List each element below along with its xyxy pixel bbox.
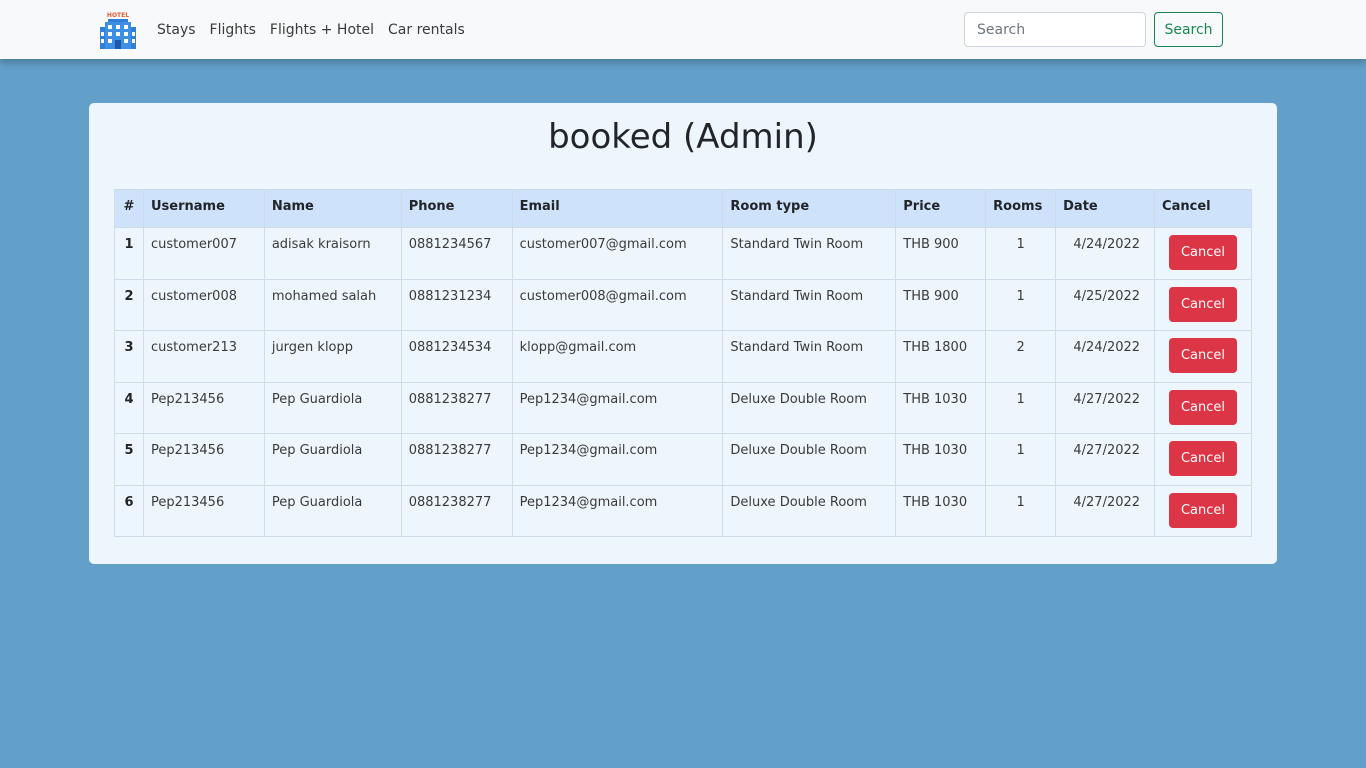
- table-body: 1 customer007 adisak kraisorn 0881234567…: [114, 227, 1252, 537]
- cell-date: 4/24/2022: [1055, 330, 1156, 383]
- logo-text: HOTEL: [107, 12, 129, 19]
- cell-cancel: Cancel: [1154, 330, 1252, 383]
- cell-rooms: 1: [985, 381, 1057, 434]
- bookings-table: # Username Name Phone Email Room type Pr…: [114, 189, 1252, 537]
- cell-name: Pep Guardiola: [263, 381, 402, 434]
- cell-date: 4/27/2022: [1055, 484, 1156, 537]
- nav-link-flights[interactable]: Flights: [210, 22, 256, 38]
- cell-email: klopp@gmail.com: [511, 330, 724, 383]
- col-header-email: Email: [511, 189, 724, 228]
- cell-price: THB 1030: [895, 381, 987, 434]
- cell-email: customer007@gmail.com: [511, 227, 724, 280]
- cell-room-type: Standard Twin Room: [722, 278, 897, 331]
- table-row: 4 Pep213456 Pep Guardiola 0881238277 Pep…: [114, 381, 1252, 434]
- nav-link-stays[interactable]: Stays: [157, 22, 196, 38]
- cell-username: customer007: [142, 227, 265, 280]
- cell-index: 2: [114, 278, 144, 331]
- cell-room-type: Standard Twin Room: [722, 227, 897, 280]
- cell-phone: 0881238277: [400, 484, 513, 537]
- cancel-booking-button[interactable]: Cancel: [1169, 235, 1238, 270]
- table-row: 5 Pep213456 Pep Guardiola 0881238277 Pep…: [114, 433, 1252, 486]
- table-row: 6 Pep213456 Pep Guardiola 0881238277 Pep…: [114, 484, 1252, 537]
- col-header-date: Date: [1055, 189, 1156, 228]
- col-header-cancel: Cancel: [1154, 189, 1252, 228]
- nav-link-car-rentals[interactable]: Car rentals: [388, 22, 465, 38]
- col-header-index: #: [114, 189, 144, 228]
- header-row: # Username Name Phone Email Room type Pr…: [114, 189, 1252, 228]
- cell-name: mohamed salah: [263, 278, 402, 331]
- search-button[interactable]: Search: [1154, 12, 1223, 47]
- hotel-logo-icon[interactable]: HOTEL: [99, 11, 137, 49]
- table-row: 1 customer007 adisak kraisorn 0881234567…: [114, 227, 1252, 280]
- cell-phone: 0881231234: [400, 278, 513, 331]
- cancel-booking-button[interactable]: Cancel: [1169, 338, 1238, 373]
- cell-phone: 0881234567: [400, 227, 513, 280]
- cell-index: 4: [114, 381, 144, 434]
- cell-phone: 0881234534: [400, 330, 513, 383]
- cell-cancel: Cancel: [1154, 381, 1252, 434]
- nav-link-flights-hotel[interactable]: Flights + Hotel: [270, 22, 374, 38]
- cancel-booking-button[interactable]: Cancel: [1169, 441, 1238, 476]
- cell-room-type: Deluxe Double Room: [722, 381, 897, 434]
- table-row: 2 customer008 mohamed salah 0881231234 c…: [114, 278, 1252, 331]
- cell-price: THB 900: [895, 278, 987, 331]
- bookings-card: booked (Admin) # Username Name Phone Ema…: [89, 103, 1277, 564]
- cell-rooms: 1: [985, 433, 1057, 486]
- cell-cancel: Cancel: [1154, 278, 1252, 331]
- cell-rooms: 1: [985, 484, 1057, 537]
- col-header-username: Username: [142, 189, 265, 228]
- cell-index: 3: [114, 330, 144, 383]
- col-header-rooms: Rooms: [985, 189, 1057, 228]
- cell-name: Pep Guardiola: [263, 484, 402, 537]
- cell-rooms: 1: [985, 227, 1057, 280]
- cell-username: customer213: [142, 330, 265, 383]
- col-header-price: Price: [895, 189, 987, 228]
- cell-phone: 0881238277: [400, 433, 513, 486]
- cell-name: jurgen klopp: [263, 330, 402, 383]
- cell-date: 4/24/2022: [1055, 227, 1156, 280]
- table-row: 3 customer213 jurgen klopp 0881234534 kl…: [114, 330, 1252, 383]
- cell-index: 1: [114, 227, 144, 280]
- col-header-room-type: Room type: [722, 189, 897, 228]
- cancel-booking-button[interactable]: Cancel: [1169, 286, 1238, 322]
- col-header-phone: Phone: [400, 189, 513, 228]
- cell-rooms: 1: [985, 278, 1057, 331]
- cancel-booking-button[interactable]: Cancel: [1169, 492, 1238, 528]
- cell-price: THB 1030: [895, 433, 987, 486]
- cell-price: THB 1030: [895, 484, 987, 537]
- cell-name: Pep Guardiola: [263, 433, 402, 486]
- search-input[interactable]: [964, 12, 1146, 47]
- cell-index: 6: [114, 484, 144, 537]
- cell-email: customer008@gmail.com: [511, 278, 724, 331]
- page-title: booked (Admin): [548, 117, 818, 157]
- table-header: # Username Name Phone Email Room type Pr…: [114, 189, 1252, 228]
- cell-cancel: Cancel: [1154, 484, 1252, 537]
- cell-username: Pep213456: [142, 381, 265, 434]
- cell-room-type: Deluxe Double Room: [722, 433, 897, 486]
- cell-cancel: Cancel: [1154, 433, 1252, 486]
- cell-room-type: Deluxe Double Room: [722, 484, 897, 537]
- cell-phone: 0881238277: [400, 381, 513, 434]
- cell-cancel: Cancel: [1154, 227, 1252, 280]
- cell-email: Pep1234@gmail.com: [511, 433, 724, 486]
- cell-date: 4/27/2022: [1055, 433, 1156, 486]
- cell-name: adisak kraisorn: [263, 227, 402, 280]
- col-header-name: Name: [263, 189, 402, 228]
- cell-rooms: 2: [985, 330, 1057, 383]
- cell-username: customer008: [142, 278, 265, 331]
- cell-username: Pep213456: [142, 484, 265, 537]
- cell-price: THB 900: [895, 227, 987, 280]
- cell-email: Pep1234@gmail.com: [511, 484, 724, 537]
- cell-date: 4/25/2022: [1055, 278, 1156, 331]
- top-navbar: HOTEL Stays Flights Flights + Hotel Car …: [0, 0, 1366, 59]
- cell-date: 4/27/2022: [1055, 381, 1156, 434]
- cell-price: THB 1800: [895, 330, 987, 383]
- cell-index: 5: [114, 433, 144, 486]
- cell-username: Pep213456: [142, 433, 265, 486]
- nav-links: Stays Flights Flights + Hotel Car rental…: [157, 0, 479, 59]
- cell-email: Pep1234@gmail.com: [511, 381, 724, 434]
- cell-room-type: Standard Twin Room: [722, 330, 897, 383]
- cancel-booking-button[interactable]: Cancel: [1169, 389, 1238, 425]
